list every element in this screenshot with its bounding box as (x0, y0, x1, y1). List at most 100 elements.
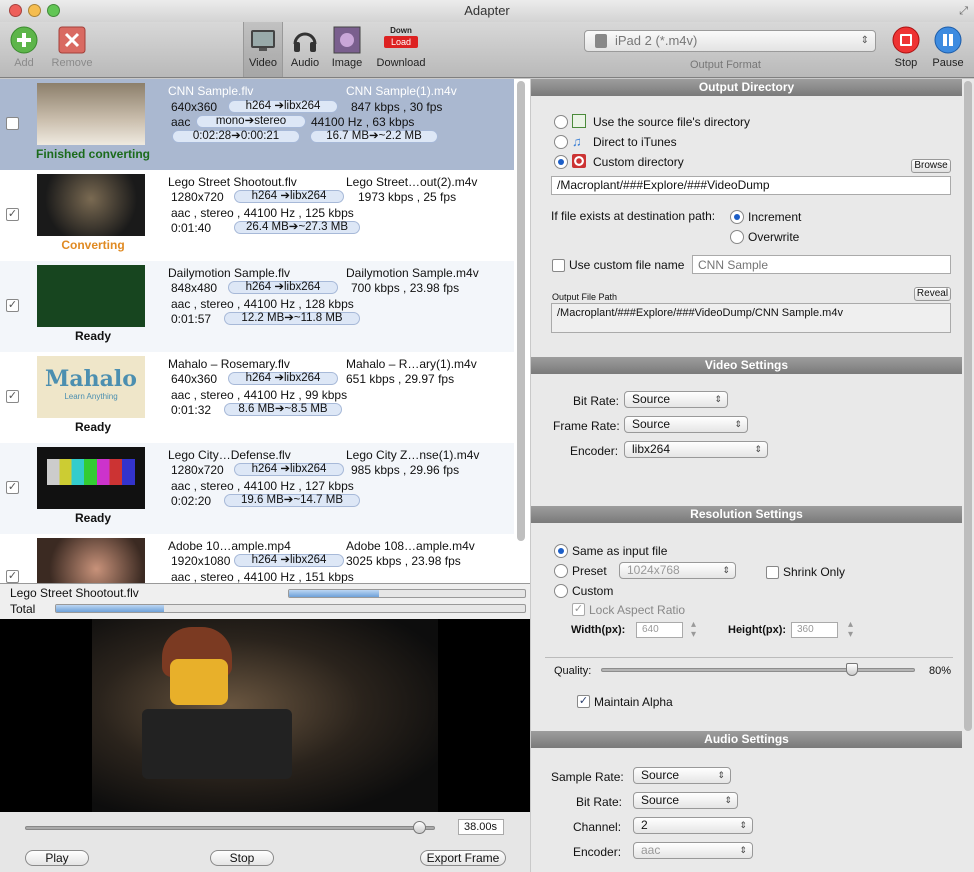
video-codec-pill: h264 ➔libx264 (228, 100, 338, 113)
file-row[interactable]: Finished converting CNN Sample.flv CNN S… (0, 79, 514, 170)
audio-channel-pill: mono➔stereo (196, 115, 306, 128)
video-encoder-select[interactable]: libx264 (624, 441, 768, 458)
reveal-button[interactable]: Reveal (914, 287, 951, 301)
seek-slider-knob[interactable] (412, 821, 426, 834)
itunes-radio[interactable] (554, 135, 568, 149)
video-codec-pill: h264 ➔libx264 (234, 190, 344, 203)
shrink-only-checkbox[interactable] (766, 566, 779, 579)
frame-rate-label: Frame Rate: (553, 419, 620, 433)
height-field[interactable]: 360 (791, 622, 838, 638)
export-frame-button[interactable]: Export Frame (420, 850, 506, 866)
overwrite-radio[interactable] (730, 230, 744, 244)
video-settings-header: Video Settings (531, 357, 962, 374)
source-filename: Mahalo – Rosemary.flv (168, 357, 290, 371)
height-stepper[interactable]: ▴ ▾ (848, 620, 853, 640)
file-checkbox[interactable]: ✓ (6, 481, 19, 494)
custom-name-checkbox[interactable] (552, 259, 565, 272)
audio-info-text: aac , stereo , 44100 Hz , 127 kbps (171, 479, 354, 493)
download-tab[interactable]: Down Load Download (372, 26, 430, 69)
target-icon (572, 154, 586, 168)
settings-scrollbar[interactable] (964, 81, 972, 731)
frame-rate-select[interactable]: Source (624, 416, 748, 433)
audio-encoder-label: Encoder: (573, 845, 622, 859)
audio-tab-label: Audio (290, 57, 320, 69)
preset-select[interactable]: 1024x768 (619, 562, 736, 579)
file-row[interactable]: ✓ Adobe 10…ample.mp4 Adobe 108…ample.m4v… (0, 534, 514, 583)
file-list-scrollbar[interactable] (517, 81, 525, 541)
browse-button[interactable]: Browse (911, 159, 951, 173)
custom-dir-field[interactable]: /Macroplant/###Explore/###VideoDump (551, 176, 951, 195)
image-tab[interactable]: Image (329, 26, 365, 69)
preset-radio[interactable] (554, 564, 568, 578)
file-checkbox[interactable]: ✓ (6, 299, 19, 312)
pause-icon (934, 26, 962, 54)
add-icon (10, 26, 38, 54)
zoom-window-button[interactable] (47, 4, 60, 17)
remove-label: Remove (51, 57, 93, 69)
itunes-label: Direct to iTunes (593, 135, 677, 149)
custom-name-field[interactable] (692, 255, 951, 274)
remove-button[interactable]: Remove (50, 26, 94, 69)
output-format-value: iPad 2 (*.m4v) (615, 33, 698, 48)
divider (545, 657, 953, 658)
tv-icon (249, 26, 277, 54)
source-dir-radio[interactable] (554, 115, 568, 129)
current-progress-bar (288, 589, 526, 598)
increment-radio[interactable] (730, 210, 744, 224)
file-row[interactable]: ✓ Converting Lego Street Shootout.flv Le… (0, 170, 514, 261)
maintain-alpha-checkbox[interactable]: ✓ (577, 695, 590, 708)
resolution-text: 1280x720 (171, 190, 224, 204)
add-button[interactable]: Add (8, 26, 40, 69)
file-row[interactable]: ✓ Ready Dailymotion Sample.flv Dailymoti… (0, 261, 514, 352)
channel-select[interactable]: 2 (633, 817, 753, 834)
output-format-select[interactable]: iPad 2 (*.m4v) ⇕ (584, 30, 876, 52)
current-progress-fill (289, 590, 379, 597)
audio-tab[interactable]: Audio (287, 26, 323, 69)
width-field[interactable]: 640 (636, 622, 683, 638)
width-stepper[interactable]: ▴ ▾ (691, 620, 696, 640)
video-codec-pill: h264 ➔libx264 (228, 372, 338, 385)
ipad-icon (595, 34, 607, 48)
quality-slider-knob[interactable] (846, 663, 859, 676)
audio-encoder-select[interactable]: aac (633, 842, 753, 859)
stop-playback-button[interactable]: Stop (210, 850, 274, 866)
video-bitrate-text: 985 kbps , 29.96 fps (351, 463, 460, 477)
same-as-input-radio[interactable] (554, 544, 568, 558)
pause-button[interactable]: Pause (930, 26, 966, 69)
folder-list-icon (572, 114, 586, 128)
file-checkbox[interactable]: ✓ (6, 570, 19, 583)
video-bitrate-select[interactable]: Source (624, 391, 728, 408)
output-filename: Lego City Z…nse(1).m4v (346, 448, 480, 462)
seek-slider[interactable] (25, 826, 435, 830)
file-row[interactable]: ✓ Ready Lego City…Defense.flv Lego City … (0, 443, 514, 534)
audio-bitrate-select[interactable]: Source (633, 792, 738, 809)
file-checkbox[interactable]: ✓ (6, 208, 19, 221)
lock-aspect-checkbox[interactable]: ✓ (572, 603, 585, 616)
video-tab[interactable]: Video (245, 26, 281, 69)
file-list: Finished converting CNN Sample.flv CNN S… (0, 79, 514, 583)
close-window-button[interactable] (9, 4, 22, 17)
output-file-path-label: Output File Path (552, 292, 618, 302)
file-checkbox[interactable]: ✓ (6, 390, 19, 403)
quality-slider[interactable] (601, 668, 915, 672)
video-bitrate-text: 651 kbps , 29.97 fps (346, 372, 455, 386)
thumbnail-tagline: Learn Anything (64, 392, 118, 401)
minimize-window-button[interactable] (28, 4, 41, 17)
add-label: Add (14, 57, 34, 69)
time-field[interactable]: 38.00s (458, 819, 504, 835)
video-bitrate-text: 700 kbps , 23.98 fps (351, 281, 460, 295)
custom-dir-radio[interactable] (554, 155, 568, 169)
play-button[interactable]: Play (25, 850, 89, 866)
stop-button[interactable]: Stop (890, 26, 922, 69)
video-thumbnail (37, 265, 145, 327)
source-filename: Adobe 10…ample.mp4 (168, 539, 291, 553)
progress-area: Lego Street Shootout.flv Total (0, 583, 530, 619)
file-checkbox[interactable] (6, 117, 19, 130)
custom-res-radio[interactable] (554, 584, 568, 598)
file-row[interactable]: ✓ Mahalo Learn Anything Ready Mahalo – R… (0, 352, 514, 443)
fullscreen-icon[interactable]: ⤢ (959, 0, 968, 22)
sample-rate-select[interactable]: Source (633, 767, 731, 784)
file-status: Ready (74, 420, 112, 434)
audio-info-text: aac , stereo , 44100 Hz , 151 kbps (171, 570, 354, 583)
audio-bitrate-label: Bit Rate: (576, 795, 623, 809)
